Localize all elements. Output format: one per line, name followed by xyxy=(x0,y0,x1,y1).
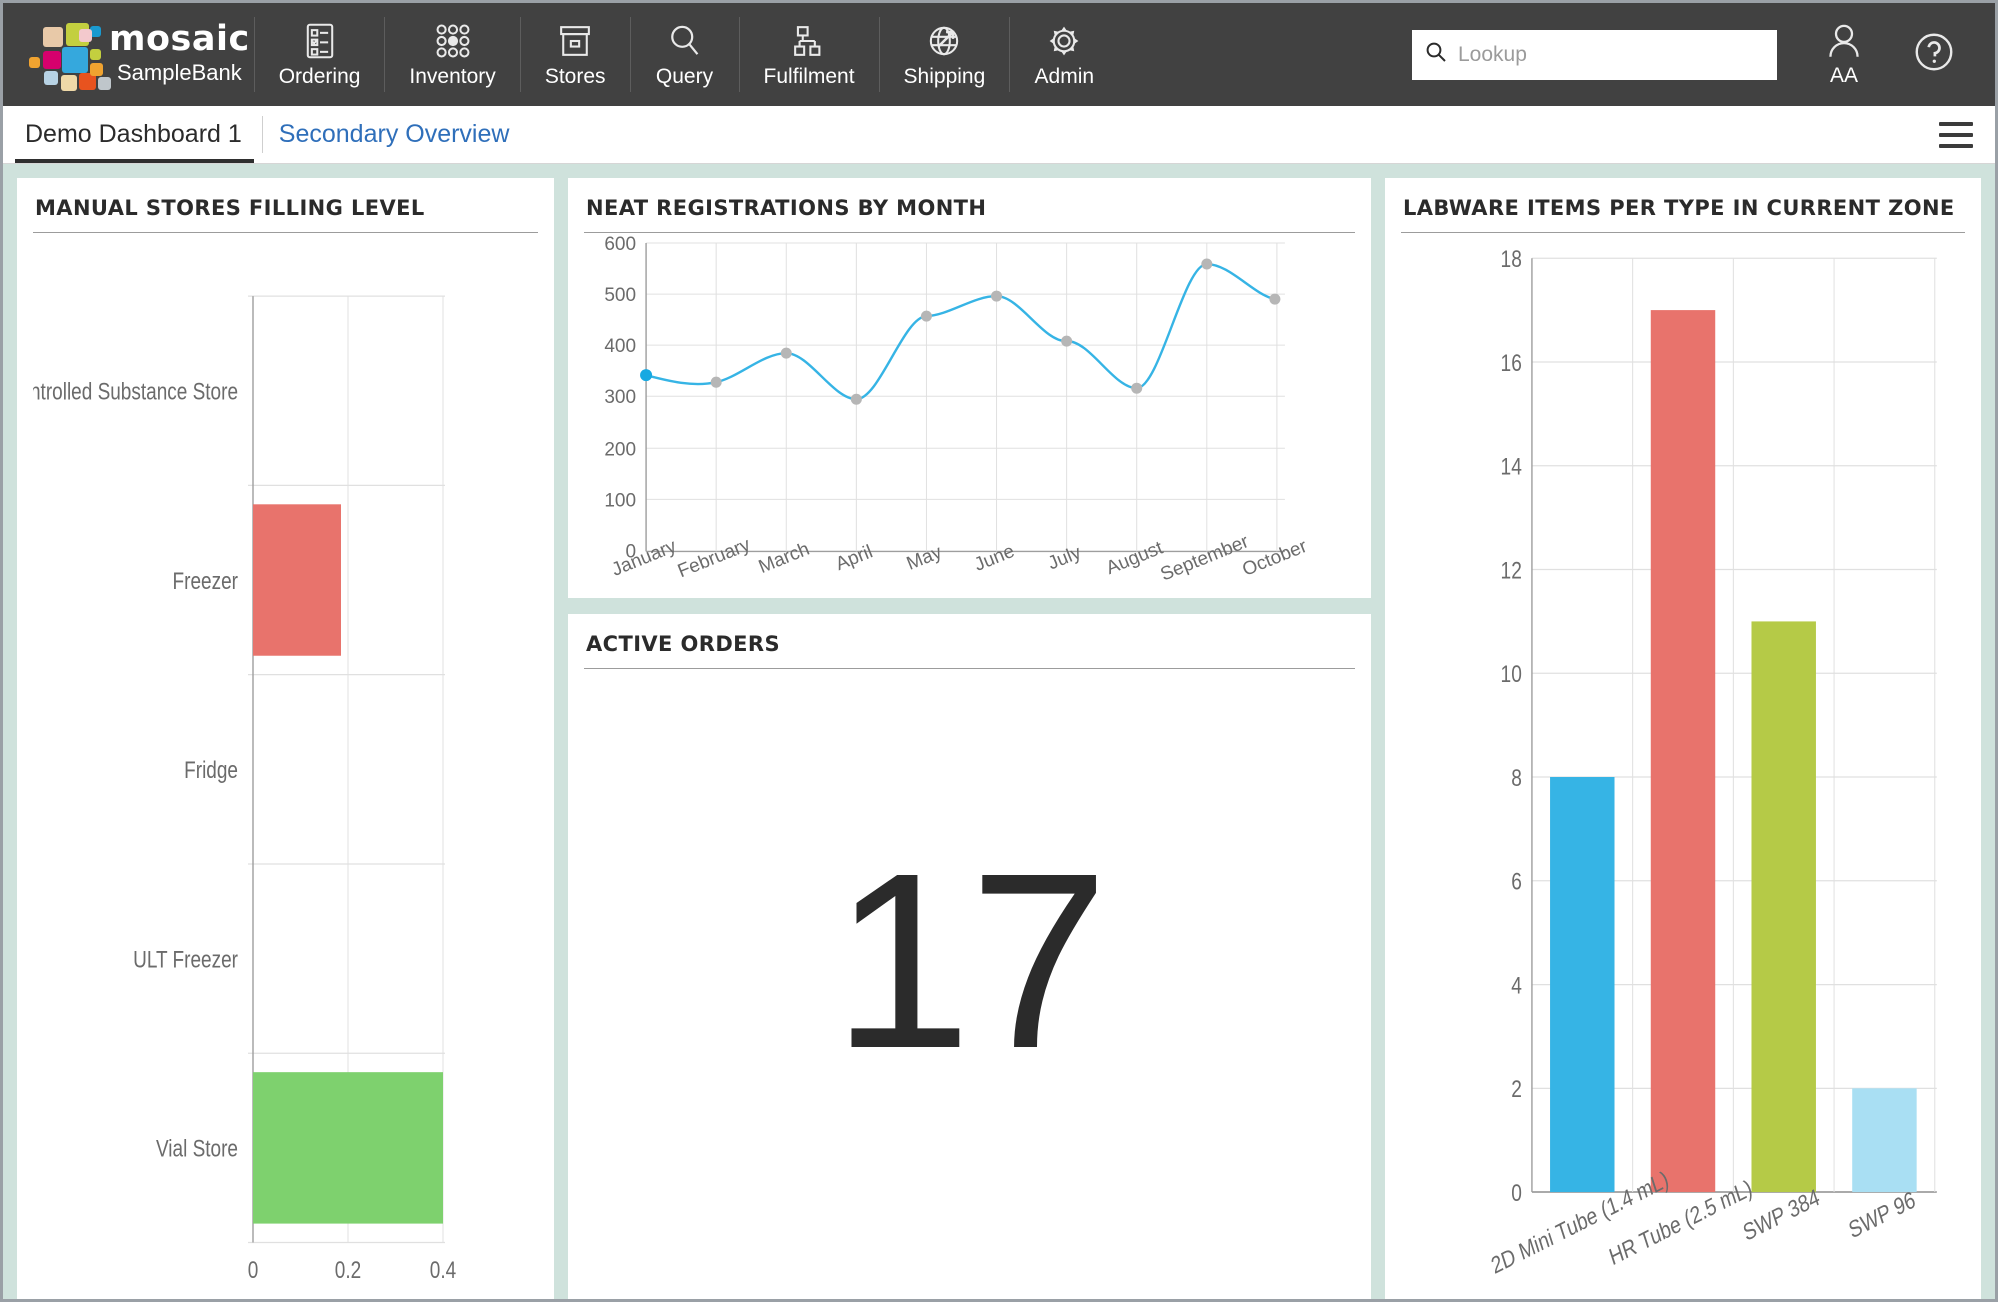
user-initials: AA xyxy=(1829,64,1858,87)
svg-text:Controlled Substance Store: Controlled Substance Store xyxy=(33,377,238,405)
active-orders-value: 17 xyxy=(832,821,1108,1100)
svg-text:June: June xyxy=(971,541,1017,576)
app-window: mosaic SampleBank Ordering Inventory Sto… xyxy=(0,0,1998,1302)
nav-item-query[interactable]: Query xyxy=(631,3,739,106)
svg-text:April: April xyxy=(833,541,876,575)
chart-manual-stores-filling-level[interactable]: Controlled Substance Store Freezer Fridg… xyxy=(33,233,538,1293)
clipboard-check-icon xyxy=(303,21,337,61)
svg-text:ULT Freezer: ULT Freezer xyxy=(133,945,238,973)
svg-text:0.4: 0.4 xyxy=(430,1256,456,1284)
nav-label: Fulfilment xyxy=(763,64,855,88)
help-circle-icon xyxy=(1913,31,1955,78)
nav-item-shipping[interactable]: Shipping xyxy=(880,3,1010,106)
svg-text:4: 4 xyxy=(1511,971,1522,999)
user-icon xyxy=(1824,21,1864,66)
tab-divider xyxy=(261,116,263,153)
nav-item-fulfilment[interactable]: Fulfilment xyxy=(740,3,879,106)
nav-item-ordering[interactable]: Ordering xyxy=(255,3,385,106)
svg-text:SWP 96: SWP 96 xyxy=(1845,1185,1918,1243)
dashboard-area: MANUAL STORES FILLING LEVEL trolled Subs… xyxy=(3,164,1995,1299)
brand-subtitle: SampleBank xyxy=(116,59,242,85)
nav-label: Shipping xyxy=(903,64,986,88)
card-manual-stores-filling-level: MANUAL STORES FILLING LEVEL trolled Subs… xyxy=(17,178,554,1299)
svg-text:12: 12 xyxy=(1501,556,1522,584)
svg-text:16: 16 xyxy=(1501,349,1522,377)
dashboard-column-middle: NEAT REGISTRATIONS BY MONTH 600 500 400 … xyxy=(568,178,1371,1299)
svg-text:September: September xyxy=(1158,531,1253,586)
dot-grid-icon xyxy=(434,21,472,61)
svg-text:Freezer: Freezer xyxy=(173,567,238,595)
nav-item-admin[interactable]: Admin xyxy=(1010,3,1118,106)
user-account-button[interactable]: AA xyxy=(1800,21,1888,88)
svg-text:2: 2 xyxy=(1511,1075,1522,1103)
card-title: MANUAL STORES FILLING LEVEL xyxy=(33,192,538,233)
tab-secondary-overview[interactable]: Secondary Overview xyxy=(265,106,528,163)
nav-item-inventory[interactable]: Inventory xyxy=(385,3,519,106)
brand-logo[interactable]: mosaic SampleBank xyxy=(3,3,254,106)
svg-text:January: January xyxy=(609,536,680,581)
nav-item-stores[interactable]: Stores xyxy=(521,3,630,106)
svg-text:10: 10 xyxy=(1501,660,1522,688)
nav-label: Ordering xyxy=(278,64,361,88)
chart-labware-items-per-type[interactable]: 18 16 14 12 10 8 6 4 2 0 2D Mini Tube (1… xyxy=(1401,233,1965,1293)
svg-text:Fridge: Fridge xyxy=(184,756,238,784)
svg-text:500: 500 xyxy=(604,285,636,306)
chart-neat-registrations-by-month[interactable]: 600 500 400 300 200 100 0 January Februa… xyxy=(584,233,1355,598)
brand-name: mosaic xyxy=(109,18,250,59)
search-box[interactable] xyxy=(1412,29,1777,80)
search-input[interactable] xyxy=(1458,42,1765,67)
svg-text:6: 6 xyxy=(1511,867,1522,895)
svg-text:October: October xyxy=(1240,536,1311,581)
card-neat-registrations-by-month: NEAT REGISTRATIONS BY MONTH 600 500 400 … xyxy=(568,178,1371,598)
globe-arrow-icon xyxy=(926,21,962,61)
svg-text:400: 400 xyxy=(604,336,636,357)
gear-icon xyxy=(1046,21,1082,61)
tab-label: Secondary Overview xyxy=(278,120,510,148)
card-active-orders: ACTIVE ORDERS 17 xyxy=(568,614,1371,1299)
svg-text:14: 14 xyxy=(1501,452,1522,480)
svg-text:600: 600 xyxy=(604,234,636,255)
svg-text:March: March xyxy=(756,539,813,578)
nav-label: Query xyxy=(655,64,714,88)
card-title: NEAT REGISTRATIONS BY MONTH xyxy=(584,192,1355,233)
nav-label: Inventory xyxy=(409,64,496,88)
card-title: ACTIVE ORDERS xyxy=(584,628,1355,669)
card-title: LABWARE ITEMS PER TYPE IN CURRENT ZONE xyxy=(1401,192,1965,233)
magnifier-icon xyxy=(667,21,703,61)
help-button[interactable] xyxy=(1889,31,1973,78)
top-navigation-bar: mosaic SampleBank Ordering Inventory Sto… xyxy=(3,3,1995,106)
dashboard-tab-bar: Demo Dashboard 1 Secondary Overview xyxy=(3,106,1995,164)
svg-text:300: 300 xyxy=(604,387,636,408)
hamburger-icon[interactable] xyxy=(1917,106,1995,163)
svg-text:8: 8 xyxy=(1511,764,1522,792)
svg-text:100: 100 xyxy=(604,490,636,511)
svg-text:0: 0 xyxy=(1511,1179,1522,1207)
card-labware-items-per-type: LABWARE ITEMS PER TYPE IN CURRENT ZONE 1… xyxy=(1385,178,1981,1299)
svg-text:Vial Store: Vial Store xyxy=(156,1135,238,1163)
nav-label: Admin xyxy=(1034,64,1095,88)
svg-text:0.2: 0.2 xyxy=(335,1256,361,1284)
search-icon xyxy=(1424,40,1448,69)
tab-label: Demo Dashboard 1 xyxy=(25,120,242,148)
dashboard-column-left: MANUAL STORES FILLING LEVEL trolled Subs… xyxy=(17,178,554,1299)
top-right-actions: AA xyxy=(1412,3,1995,106)
dashboard-column-right: LABWARE ITEMS PER TYPE IN CURRENT ZONE 1… xyxy=(1385,178,1981,1299)
mosaic-logo-icon xyxy=(29,21,111,91)
nav-label: Stores xyxy=(544,64,606,88)
svg-text:February: February xyxy=(675,534,754,582)
hierarchy-icon xyxy=(791,21,827,61)
svg-text:18: 18 xyxy=(1501,245,1522,273)
tab-demo-dashboard-1[interactable]: Demo Dashboard 1 xyxy=(11,106,260,163)
svg-text:August: August xyxy=(1103,537,1166,579)
archive-box-icon xyxy=(557,21,593,61)
svg-text:July: July xyxy=(1045,542,1085,574)
svg-text:May: May xyxy=(904,542,946,575)
svg-text:200: 200 xyxy=(604,439,636,460)
svg-text:0: 0 xyxy=(248,1256,259,1284)
